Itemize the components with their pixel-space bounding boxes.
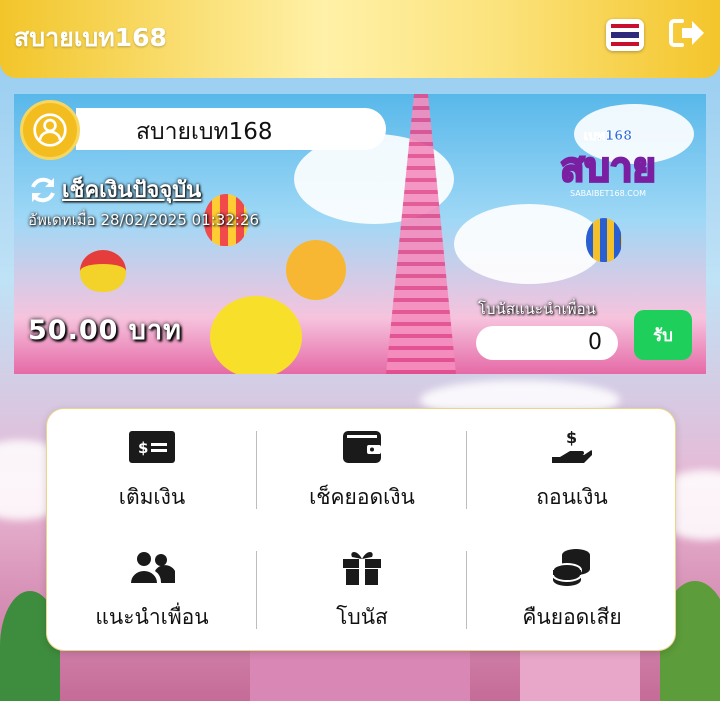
money-bill-icon: $: [129, 431, 175, 463]
claim-bonus-button[interactable]: รับ: [634, 310, 692, 360]
svg-text:$: $: [566, 428, 577, 447]
menu-label-refer-friend: แนะนำเพื่อน: [95, 605, 209, 629]
menu-item-deposit[interactable]: $ เติมเงิน: [47, 409, 257, 529]
users-icon: [131, 552, 175, 583]
menu-item-bonus[interactable]: โบนัส: [257, 529, 467, 649]
balance-amount: 50.00 บาท: [28, 315, 182, 346]
gift-icon: [343, 552, 381, 585]
brand-title: สบายเบท168: [14, 23, 167, 52]
svg-text:$: $: [138, 439, 148, 457]
menu-label-cashback: คืนยอดเสีย: [522, 605, 622, 629]
menu-item-withdraw[interactable]: $ ถอนเงิน: [467, 409, 677, 529]
username-text: สบายเบท168: [136, 119, 273, 145]
svg-text:SABAIBET168.COM: SABAIBET168.COM: [570, 189, 646, 198]
menu-label-check-balance: เช็คยอดเงิน: [309, 485, 415, 509]
refresh-icon: [31, 177, 55, 202]
menu-label-bonus: โบนัส: [336, 605, 388, 629]
menu-label-withdraw: ถอนเงิน: [536, 485, 608, 509]
check-balance-link[interactable]: เช็คเงินปัจจุบัน: [28, 172, 201, 207]
main-menu: $ เติมเงิน เช็คยอดเงิน $ ถอนเงิน แนะนำเพ…: [46, 408, 676, 651]
menu-item-cashback[interactable]: คืนยอดเสีย: [467, 529, 677, 649]
account-banner: สบายเบท168 เช็คเงินปัจจุบัน อัพเดทเมื่อ …: [14, 94, 706, 374]
svg-text:เบท168: เบท168: [584, 129, 632, 144]
referral-bonus-value: 0: [476, 326, 618, 360]
coins-icon: [552, 549, 590, 586]
top-header: สบายเบท168: [0, 0, 720, 78]
menu-item-check-balance[interactable]: เช็คยอดเงิน: [257, 409, 467, 529]
menu-label-deposit: เติมเงิน: [118, 485, 186, 509]
user-avatar-icon[interactable]: [20, 100, 80, 160]
referral-bonus-label: โบนัสแนะนำเพื่อน: [478, 300, 596, 318]
check-balance-label: เช็คเงินปัจจุบัน: [62, 178, 202, 203]
hand-dollar-icon: $: [552, 428, 592, 463]
logout-icon[interactable]: [668, 16, 708, 50]
sabaibet-logo: เบท168 สบาย SABAIBET168.COM: [526, 126, 691, 201]
wallet-icon: [343, 431, 381, 463]
svg-text:สบาย: สบาย: [560, 145, 656, 191]
thailand-flag-icon[interactable]: [606, 19, 644, 51]
menu-item-refer-friend[interactable]: แนะนำเพื่อน: [47, 529, 257, 649]
last-updated-text: อัพเดทเมื่อ 28/02/2025 01:32:26: [28, 211, 260, 229]
